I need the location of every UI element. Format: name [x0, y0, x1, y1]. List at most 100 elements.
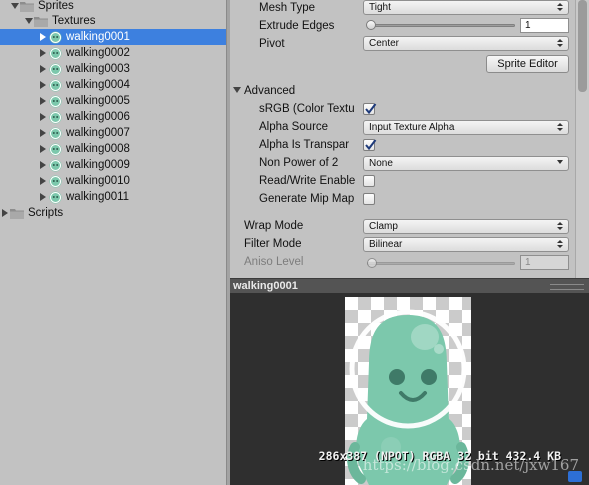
- sprite-asset-icon: [49, 63, 62, 76]
- triangle-right-icon[interactable]: [38, 80, 48, 90]
- aniso-level-slider: [367, 262, 515, 265]
- alpha-is-transparency-checkbox[interactable]: [363, 139, 377, 151]
- texture-list-item-label: walking0004: [66, 79, 130, 91]
- up-arrow-icon: [557, 3, 563, 6]
- pivot-value: Center: [369, 38, 400, 49]
- inspector-scrollbar[interactable]: [575, 0, 589, 278]
- extrude-edges-slider-thumb[interactable]: [366, 20, 376, 30]
- mesh-type-dropdown[interactable]: Tight: [363, 0, 569, 15]
- checkmark-icon: [365, 103, 377, 115]
- filter-mode-label: Filter Mode: [244, 238, 302, 250]
- extrude-edges-field[interactable]: 1: [520, 18, 569, 33]
- triangle-right-icon[interactable]: [38, 144, 48, 154]
- triangle-right-icon[interactable]: [38, 64, 48, 74]
- texture-list-item-label: walking0009: [66, 159, 130, 171]
- texture-list-item-label: walking0008: [66, 143, 130, 155]
- texture-list-item-label: walking0002: [66, 47, 130, 59]
- wrap-mode-label: Wrap Mode: [244, 220, 304, 232]
- chevron-down-icon: [557, 160, 563, 164]
- texture-list-item[interactable]: walking0010: [0, 173, 226, 189]
- folder-icon: [34, 16, 48, 27]
- triangle-right-icon[interactable]: [38, 32, 48, 42]
- filter-mode-value: Bilinear: [369, 239, 403, 250]
- alpha-source-label: Alpha Source: [259, 121, 329, 133]
- pivot-dropdown[interactable]: Center: [363, 36, 569, 51]
- pivot-label: Pivot: [259, 38, 285, 50]
- tree-folder-sprites[interactable]: Sprites: [0, 0, 226, 14]
- project-tree: Sprites Textures walking0001 walking0002 w…: [0, 0, 226, 485]
- aniso-level-slider-thumb: [367, 258, 377, 268]
- texture-list-item[interactable]: walking0008: [0, 141, 226, 157]
- chevron-down-icon: [557, 44, 563, 47]
- texture-list-item-label: walking0006: [66, 111, 130, 123]
- triangle-down-icon[interactable]: [24, 16, 34, 26]
- up-arrow-icon: [557, 123, 563, 126]
- texture-list-item[interactable]: walking0011: [0, 189, 226, 205]
- texture-list-item[interactable]: walking0003: [0, 61, 226, 77]
- alpha-is-transparency-label: Alpha Is Transpar: [259, 139, 350, 151]
- sprite-asset-icon: [49, 111, 62, 124]
- non-power-of-2-label: Non Power of 2: [259, 157, 339, 169]
- texture-preview: 286x387 (NPOT) RGBA 32 bit 432.4 KB http…: [230, 293, 589, 485]
- filter-mode-dropdown[interactable]: Bilinear: [363, 237, 569, 252]
- alpha-source-value: Input Texture Alpha: [369, 122, 455, 133]
- sprite-editor-button[interactable]: Sprite Editor: [486, 55, 569, 73]
- sprite-asset-icon: [49, 79, 62, 92]
- generate-mip-checkbox[interactable]: [363, 193, 375, 205]
- asset-label-icon[interactable]: [568, 471, 582, 482]
- extrude-edges-slider[interactable]: [367, 24, 515, 27]
- texture-list-item[interactable]: walking0007: [0, 125, 226, 141]
- advanced-foldout[interactable]: Advanced: [244, 83, 295, 99]
- triangle-right-icon[interactable]: [38, 176, 48, 186]
- tree-label: Textures: [52, 15, 96, 27]
- sprite-asset-icon: [49, 159, 62, 172]
- triangle-right-icon[interactable]: [38, 48, 48, 58]
- sprite-asset-icon: [49, 47, 62, 60]
- triangle-right-icon[interactable]: [38, 112, 48, 122]
- texture-list-item-label: walking0007: [66, 127, 130, 139]
- tree-folder-textures[interactable]: Textures: [0, 13, 226, 29]
- texture-list-item[interactable]: walking0002: [0, 45, 226, 61]
- wrap-mode-dropdown[interactable]: Clamp: [363, 219, 569, 234]
- texture-list-item-label: walking0011: [66, 191, 130, 203]
- mesh-type-value: Tight: [369, 2, 391, 13]
- triangle-right-icon[interactable]: [38, 96, 48, 106]
- texture-list-item[interactable]: walking0009: [0, 157, 226, 173]
- triangle-right-icon[interactable]: [0, 208, 10, 218]
- aniso-level-field: 1: [520, 255, 569, 270]
- triangle-down-icon[interactable]: [233, 87, 241, 93]
- triangle-right-icon[interactable]: [38, 128, 48, 138]
- texture-list-item[interactable]: walking0001: [0, 29, 226, 45]
- mesh-type-label: Mesh Type: [259, 2, 316, 14]
- preview-header[interactable]: walking0001: [230, 278, 589, 293]
- folder-icon: [20, 1, 34, 12]
- drag-handle-icon[interactable]: [550, 284, 584, 290]
- tree-folder-scripts[interactable]: Scripts: [0, 205, 226, 221]
- triangle-right-icon[interactable]: [38, 160, 48, 170]
- sprite-asset-icon: [49, 31, 62, 44]
- texture-list-item[interactable]: walking0004: [0, 77, 226, 93]
- checkmark-icon: [365, 139, 377, 151]
- triangle-right-icon[interactable]: [38, 192, 48, 202]
- wrap-mode-value: Clamp: [369, 221, 398, 232]
- srgb-checkbox[interactable]: [363, 103, 377, 115]
- sprite-asset-icon: [49, 127, 62, 140]
- sprite-asset-icon: [49, 191, 62, 204]
- inspector-scrollbar-thumb[interactable]: [578, 0, 587, 92]
- watermark-text: https://blog.csdn.net/jxw167: [362, 456, 579, 474]
- tree-label: Scripts: [28, 207, 64, 219]
- alpha-source-dropdown[interactable]: Input Texture Alpha: [363, 120, 569, 135]
- srgb-label: sRGB (Color Textu: [259, 103, 355, 115]
- triangle-down-icon[interactable]: [10, 1, 20, 11]
- texture-list-item[interactable]: walking0005: [0, 93, 226, 109]
- non-power-of-2-value: None: [369, 158, 393, 169]
- extrude-edges-label: Extrude Edges: [259, 20, 335, 32]
- non-power-of-2-dropdown[interactable]: None: [363, 156, 569, 171]
- sprite-asset-icon: [49, 175, 62, 188]
- texture-list-item[interactable]: walking0006: [0, 109, 226, 125]
- read-write-checkbox[interactable]: [363, 175, 375, 187]
- generate-mip-label: Generate Mip Map: [259, 193, 355, 205]
- texture-list-item-label: walking0001: [66, 31, 130, 43]
- folder-icon: [10, 208, 24, 219]
- sprite-asset-icon: [49, 95, 62, 108]
